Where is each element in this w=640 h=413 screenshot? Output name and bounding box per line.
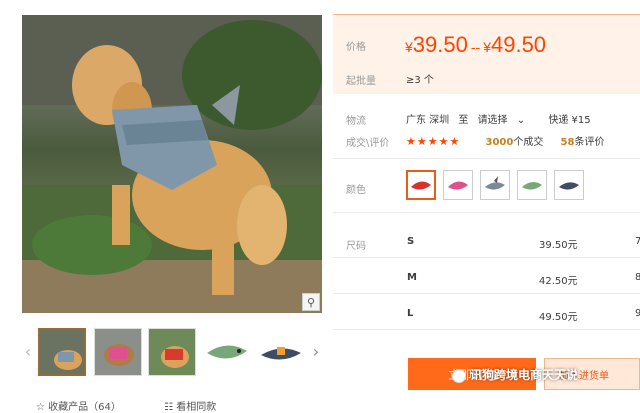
color-option-navy[interactable] <box>554 170 584 200</box>
size-stock: 9 <box>635 308 640 319</box>
price-range: ¥39.50 -- ¥49.50 <box>405 32 546 58</box>
rating-stars: ★★★★★ <box>406 135 461 148</box>
swatch-image <box>485 176 505 190</box>
bottom-links: ☆ 收藏产品（64） ☷ 看相同款 <box>36 398 256 413</box>
color-option-green-fish[interactable] <box>517 170 547 200</box>
swatch-image <box>448 181 468 190</box>
logistics-info: 广东 深圳 至 请选择 ⌄ 快递 ¥15 <box>406 111 597 126</box>
color-option-gray-shark[interactable] <box>480 170 510 200</box>
size-price: 49.50元 <box>539 312 578 323</box>
ship-from: 广东 深圳 <box>406 115 450 126</box>
thumbnail-image <box>40 330 84 374</box>
thumbnail-image <box>203 329 249 375</box>
moq-label: 起批量 <box>346 76 376 87</box>
color-option-pink[interactable] <box>443 170 473 200</box>
color-label: 颜色 <box>346 185 366 196</box>
wechat-icon <box>452 368 466 383</box>
size-price: 42.50元 <box>539 276 578 287</box>
size-name: S <box>407 236 415 247</box>
main-product-image[interactable]: ⚲ <box>22 15 322 313</box>
price-high: 49.50 <box>490 32 547 57</box>
logistics-label: 物流 <box>346 116 366 127</box>
price-separator: -- <box>470 39 481 55</box>
size-name: L <box>407 308 414 319</box>
deal-count-suffix: 个成交 <box>513 137 544 148</box>
deals-label: 成交\评价 <box>346 138 390 149</box>
size-name: M <box>407 272 417 283</box>
thumbnail-prev-arrow-icon[interactable]: ‹ <box>22 342 34 361</box>
chevron-down-icon: ⌄ <box>516 115 526 126</box>
deal-count: 3000 <box>485 137 514 148</box>
thumbnail-5[interactable] <box>256 328 304 376</box>
thumbnail-3[interactable] <box>148 328 196 376</box>
color-option-red[interactable] <box>406 170 436 200</box>
shipping-fee: 快递 ¥15 <box>548 115 591 126</box>
deals-info: ★★★★★ 3000个成交 58条评价 <box>406 133 604 148</box>
destination-select[interactable]: 请选择 ⌄ <box>478 115 532 126</box>
size-row-m[interactable]: M 42.50元 8 <box>333 258 640 294</box>
swatch-image <box>559 182 579 190</box>
thumbnail-image <box>149 329 195 375</box>
thumbnail-image <box>95 329 141 375</box>
size-price: 39.50元 <box>539 240 578 251</box>
thumbnail-2[interactable] <box>94 328 142 376</box>
reviews-link[interactable]: 58条评价 <box>561 137 605 148</box>
price-label: 价格 <box>346 42 366 53</box>
watermark: 讯狗跨境电商天天说 <box>452 366 578 383</box>
thumbnail-1[interactable] <box>38 328 86 376</box>
price-low: 39.50 <box>412 32 468 57</box>
size-stock: 8 <box>635 272 640 283</box>
divider <box>333 158 640 159</box>
swatch-image <box>522 181 542 190</box>
size-row-s[interactable]: S 39.50元 7 <box>333 222 640 258</box>
size-row-l[interactable]: L 49.50元 9 <box>333 294 640 330</box>
zoom-icon[interactable]: ⚲ <box>302 293 320 311</box>
currency-symbol: ¥ <box>483 39 491 55</box>
moq-value: ≥3 个 <box>406 75 434 86</box>
swatch-image <box>411 181 431 190</box>
divider <box>333 212 640 213</box>
dog-photo-illustration <box>22 15 322 313</box>
thumbnail-next-arrow-icon[interactable]: › <box>310 342 322 361</box>
currency-symbol: ¥ <box>405 39 413 55</box>
thumbnail-strip: ‹ › <box>22 328 322 378</box>
size-stock: 7 <box>635 236 640 247</box>
thumbnail-4[interactable] <box>202 328 250 376</box>
thumbnail-image <box>257 329 303 375</box>
ship-to-word: 至 <box>458 115 469 126</box>
